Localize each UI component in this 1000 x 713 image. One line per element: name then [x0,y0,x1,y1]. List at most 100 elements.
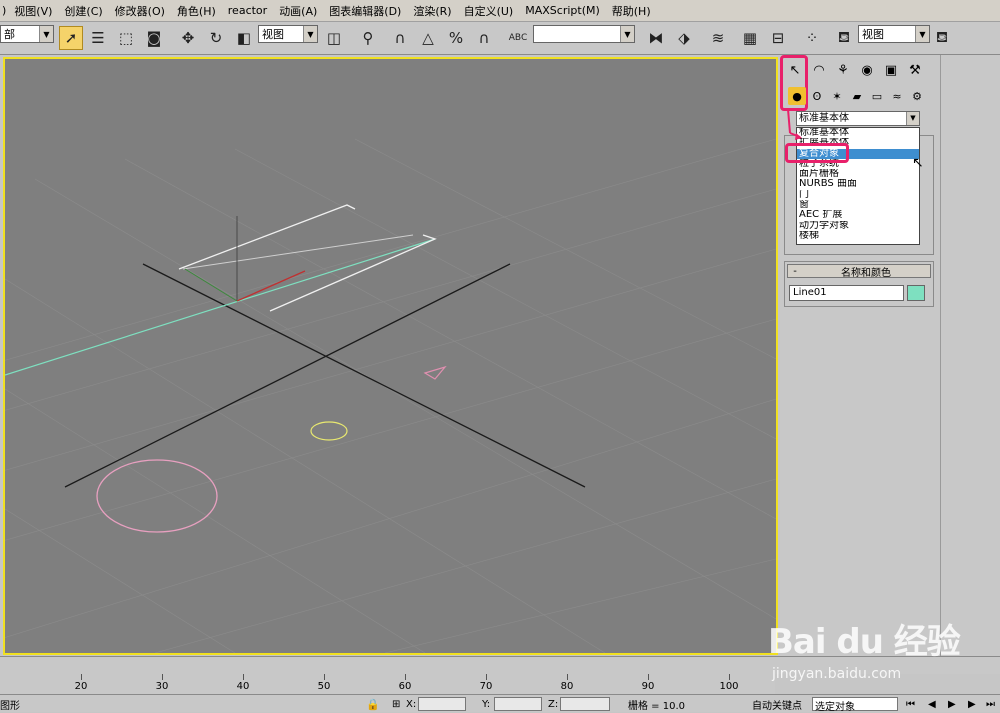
align-icon[interactable]: ⬗ [672,26,696,50]
space-warps-icon[interactable]: ≈ [888,87,906,105]
selection-filter-dropdown[interactable]: 部 ▼ [0,25,54,43]
previous-frame-icon[interactable]: ◀ [928,697,936,711]
rotate-icon[interactable]: ↻ [204,26,228,50]
absolute-mode-icon[interactable]: ⊞ [392,697,400,711]
y-label: Y: [482,698,491,710]
schematic-view-icon[interactable]: ⊟ [766,26,790,50]
scale-icon[interactable]: ◧ [232,26,256,50]
edit-named-selection-icon[interactable]: ABC [506,26,530,50]
menu-maxscript[interactable]: MAXScript(M) [519,4,606,17]
object-color-swatch[interactable] [907,285,925,301]
next-frame-icon[interactable]: ▶ [968,697,976,711]
yellow-circle-shape[interactable] [310,421,348,441]
shapes-icon[interactable]: ʘ [808,87,826,105]
quick-render-icon[interactable]: ⛾ [930,26,954,50]
chevron-down-icon: ▼ [620,26,634,42]
render-view-dropdown[interactable]: 视图 ▼ [858,25,930,43]
perspective-viewport[interactable] [3,57,778,655]
side-strip [940,55,1000,661]
menu-view[interactable]: 视图(V) [8,3,58,19]
transform-gizmo-y[interactable] [184,268,238,302]
motion-tab-icon[interactable]: ◉ [856,59,878,81]
mirror-icon[interactable]: ⧓ [644,26,668,50]
menu-graph-editors[interactable]: 图表编辑器(D) [323,3,407,19]
reference-coordinate-value: 视图 [262,28,284,41]
auto-key-button[interactable]: 自动关键点 [752,697,802,712]
go-to-start-icon[interactable]: ⏮ [906,697,915,711]
menu-create[interactable]: 创建(C) [58,3,108,19]
list-item[interactable]: AEC 扩展 [797,210,919,220]
home-grid [5,138,776,653]
list-item[interactable]: 标准基本体 [797,128,919,138]
select-by-name-icon[interactable]: ☰ [86,26,110,50]
list-item[interactable]: NURBS 曲面 [797,179,919,189]
grid-axis-line [64,263,511,488]
percent-snap-icon[interactable]: % [444,26,468,50]
menu-help[interactable]: 帮助(H) [606,3,657,19]
lights-icon[interactable]: ✶ [828,87,846,105]
geometry-icon[interactable]: ● [788,87,806,105]
rectangular-region-icon[interactable]: ⬚ [114,26,138,50]
menu-rendering[interactable]: 渲染(R) [407,3,457,19]
spinner-snap-icon[interactable]: ∩ [472,26,496,50]
y-coordinate-field[interactable] [494,697,542,711]
object-name-value: Line01 [793,287,827,298]
select-manipulate-icon[interactable]: ⚲ [356,26,380,50]
cameras-icon[interactable]: ▰ [848,87,866,105]
object-category-dropdown[interactable]: 标准基本体 ▼ [796,111,920,126]
pink-triangle-shape[interactable] [423,365,447,380]
menu-animation[interactable]: 动画(A) [273,3,323,19]
display-tab-icon[interactable]: ▣ [880,59,902,81]
status-left-text: 图形 [0,700,20,712]
object-name-field[interactable]: Line01 [789,285,904,301]
list-item[interactable]: 面片栅格 [797,169,919,179]
grid-size-text: 栅格 = 10.0 [628,700,686,712]
list-item[interactable]: 门 [797,190,919,200]
ruler-label: 50 [317,681,331,692]
selected-objects-dropdown[interactable]: 选定对象 [812,697,898,713]
ruler-tick [243,674,244,680]
track-bar[interactable]: 20 30 40 50 60 70 80 90 100 [0,674,775,694]
white-line-shape[interactable] [178,204,356,270]
x-label: X: [406,698,417,710]
z-coordinate-field[interactable] [560,697,610,711]
angle-snap-icon[interactable]: △ [416,26,440,50]
material-editor-icon[interactable]: ⁘ [800,26,824,50]
ruler-tick [486,674,487,680]
menu-bar: ) 视图(V) 创建(C) 修改器(O) 角色(H) reactor 动画(A)… [0,0,1000,22]
lock-icon[interactable]: 🔒 [366,697,380,711]
line01-object[interactable] [5,238,436,376]
x-coordinate-field[interactable] [418,697,466,711]
watermark-brand: Bai du 经验 [768,622,961,662]
layer-manager-icon[interactable]: ≋ [706,26,730,50]
curve-editor-icon[interactable]: ▦ [738,26,762,50]
grid-axis-line [142,263,586,488]
move-icon[interactable]: ✥ [176,26,200,50]
modify-tab-icon[interactable]: ◠ [808,59,830,81]
list-item[interactable]: 窗 [797,200,919,210]
menu-character[interactable]: 角色(H) [171,3,222,19]
pivot-center-icon[interactable]: ◫ [322,26,346,50]
window-crossing-icon[interactable]: ◙ [142,26,166,50]
rollout-header[interactable]: - 名称和颜色 [787,264,931,279]
watermark-url: jingyan.baidu.com [772,666,902,682]
list-item[interactable]: 动力学对象 [797,221,919,231]
snap-toggle-icon[interactable]: ∩ [388,26,412,50]
menu-modifiers[interactable]: 修改器(O) [109,3,171,19]
pink-circle-shape[interactable] [96,459,218,533]
transform-gizmo-x[interactable] [236,270,306,302]
systems-icon[interactable]: ⚙ [908,87,926,105]
render-scene-icon[interactable]: ⛾ [832,26,856,50]
play-icon[interactable]: ▶ [948,697,956,711]
hierarchy-tab-icon[interactable]: ⚘ [832,59,854,81]
name-and-color-rollout: - 名称和颜色 Line01 [784,261,934,307]
menu-customize[interactable]: 自定义(U) [458,3,520,19]
list-item[interactable]: 楼梯 [797,231,919,241]
menu-reactor[interactable]: reactor [222,4,273,17]
select-object-icon[interactable]: ➚ [59,26,83,50]
utilities-tab-icon[interactable]: ⚒ [904,59,926,81]
reference-coordinate-dropdown[interactable]: 视图 ▼ [258,25,318,43]
go-to-end-icon[interactable]: ⏭ [986,697,995,711]
named-selection-dropdown[interactable]: ▼ [533,25,635,43]
helpers-icon[interactable]: ▭ [868,87,886,105]
